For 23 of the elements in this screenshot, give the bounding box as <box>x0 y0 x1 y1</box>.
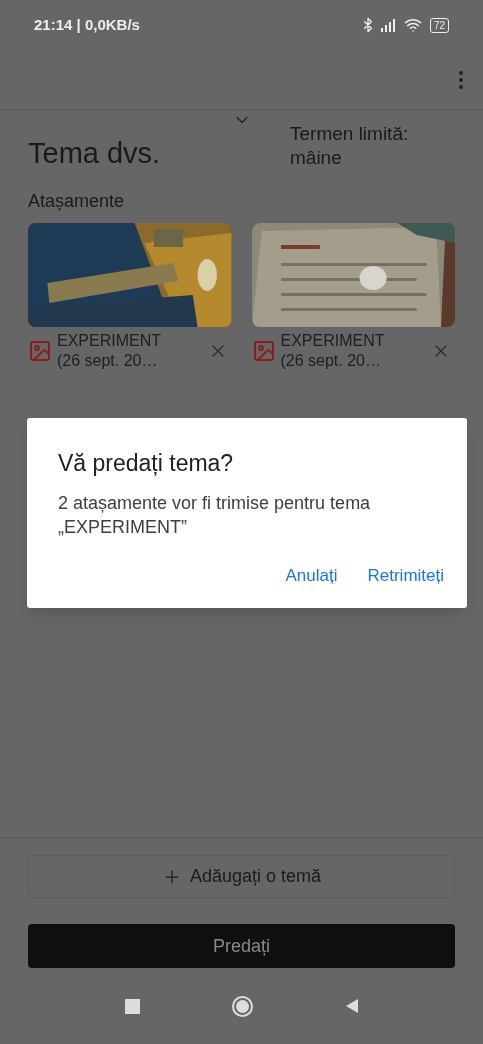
attachment-date: (26 sept. 20… <box>280 350 382 371</box>
recent-apps-icon[interactable] <box>124 998 140 1014</box>
assignment-title: Tema dvs. <box>28 136 162 171</box>
back-icon[interactable] <box>344 999 359 1013</box>
attachments-heading: Atașamente <box>27 189 126 213</box>
submit-button[interactable]: Predați <box>28 924 455 968</box>
home-icon[interactable] <box>231 995 253 1017</box>
add-work-button[interactable]: Adăugați o temă <box>28 855 455 898</box>
dialog-button[interactable]: Retrimiteți <box>367 562 444 588</box>
attachment-name: EXPERIMENT <box>280 330 386 351</box>
signal-icon <box>379 18 396 32</box>
status-time: 21:14 | 0,0KB/s <box>34 14 140 35</box>
dialog-title: Vă predați tema? <box>58 449 235 478</box>
due-date: Termen limită: mâine <box>290 122 410 170</box>
wifi-icon <box>403 16 422 34</box>
attachment-name: EXPERIMENT <box>57 330 162 351</box>
attachment-date: (26 sept. 20… <box>57 350 159 371</box>
image-file-icon <box>28 338 52 363</box>
dialog-button[interactable]: Anulați <box>285 562 338 588</box>
battery-indicator: 72 <box>429 17 449 33</box>
image-file-icon <box>251 338 276 363</box>
more-icon <box>459 70 463 89</box>
dialog-message: 2 atașamente vor fi trimise pentru tema „EXPERIMENT” <box>58 491 372 539</box>
